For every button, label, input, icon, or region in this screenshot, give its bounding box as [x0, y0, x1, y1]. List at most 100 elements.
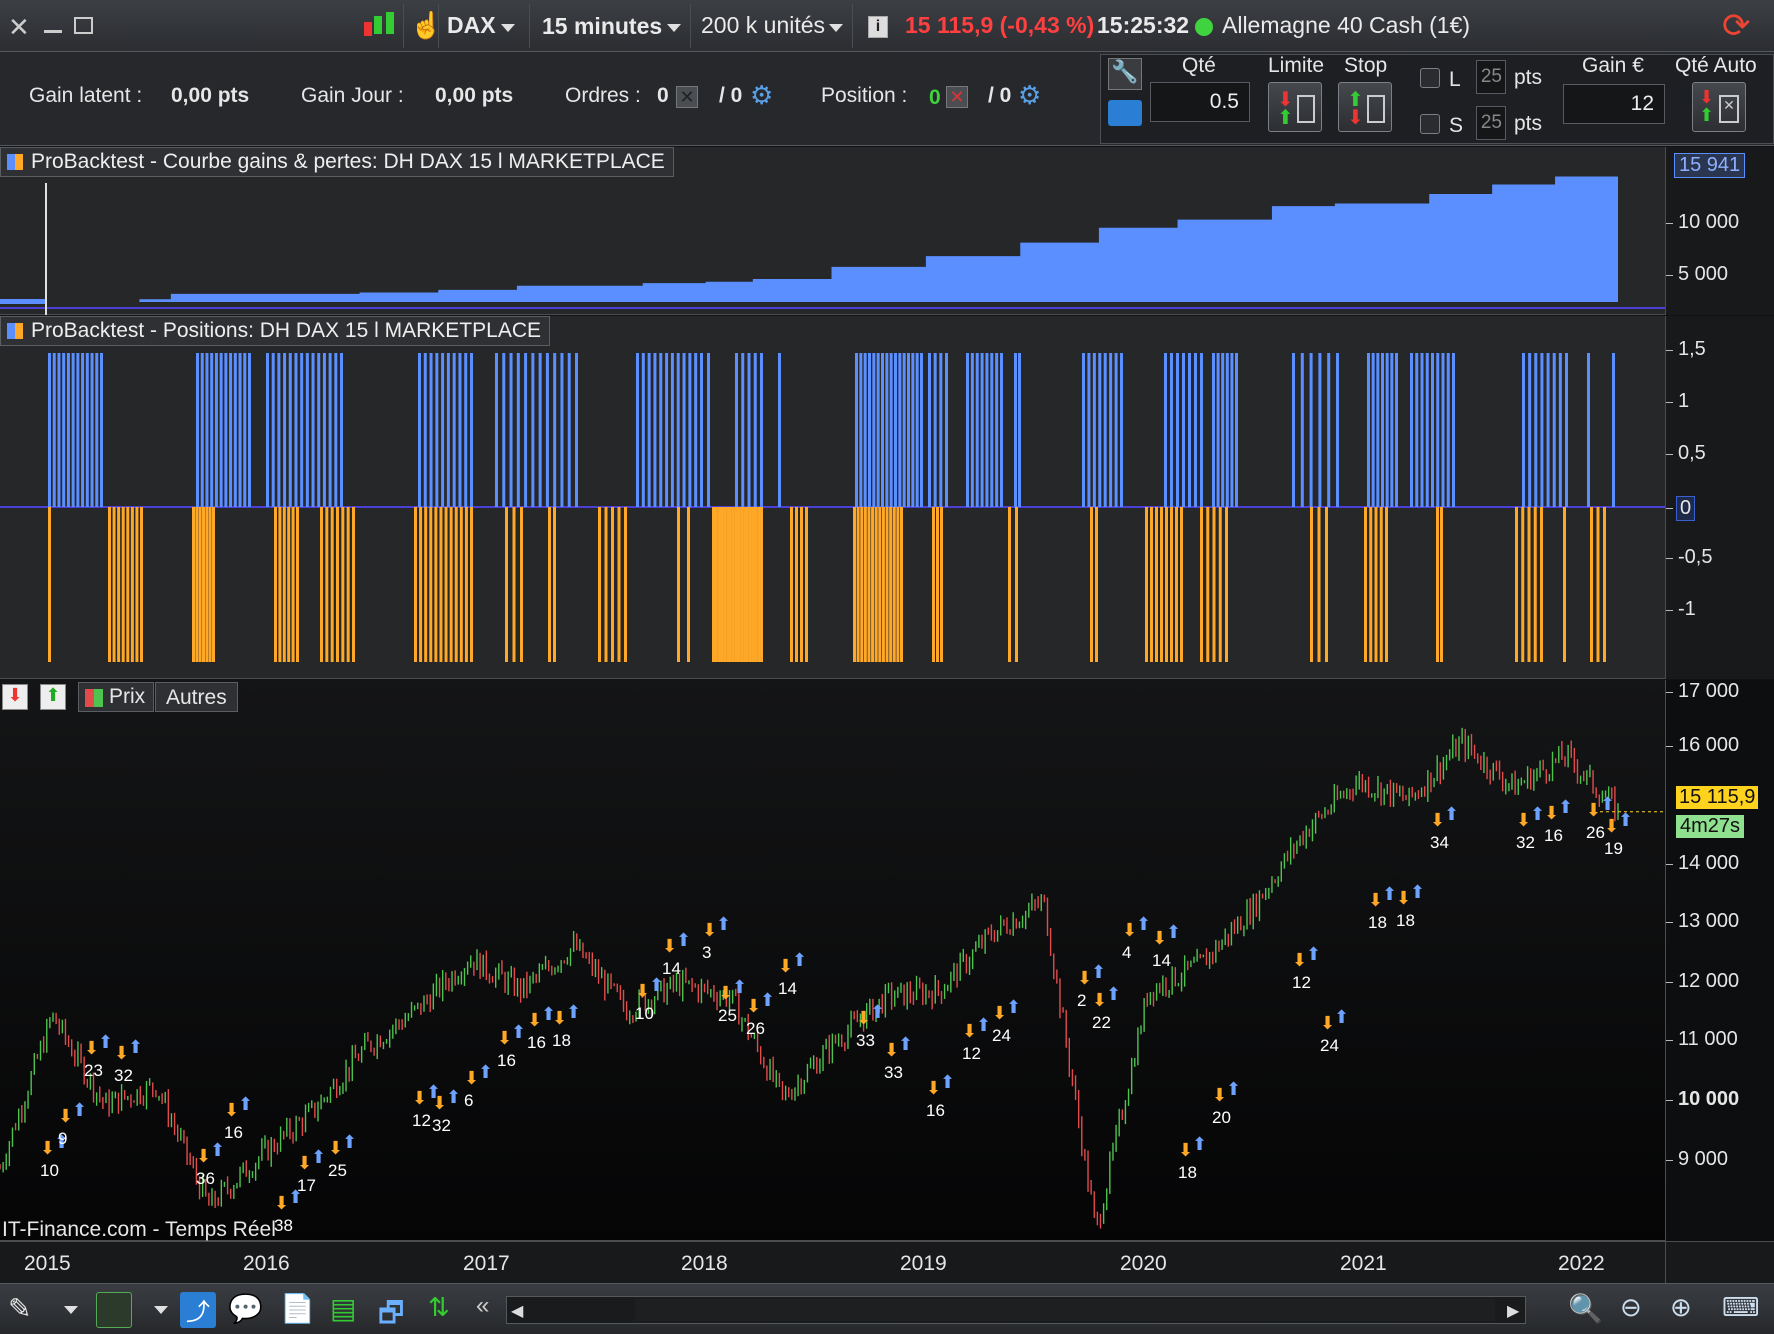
scrollbar-thumb[interactable]: [635, 1299, 1495, 1321]
long-position-bar: [311, 353, 315, 507]
l-checkbox[interactable]: [1420, 68, 1440, 88]
long-position-bar: [1371, 353, 1375, 507]
tab-autres[interactable]: Autres: [155, 682, 238, 712]
trade-marker[interactable]: ⬇⬆ 32: [114, 1037, 143, 1085]
instrument-dropdown-chevron-icon[interactable]: [501, 24, 515, 32]
trade-marker[interactable]: ⬇⬆ 6: [464, 1062, 493, 1110]
trade-marker[interactable]: ⬇⬆ 32: [1516, 804, 1545, 852]
trade-marker[interactable]: ⬇⬆ 18: [1178, 1134, 1207, 1182]
comment-icon[interactable]: 💬: [228, 1292, 264, 1328]
limit-order-button[interactable]: ⬇ ⬆: [1268, 82, 1322, 132]
long-position-bar: [707, 353, 710, 507]
trade-arrows-icon[interactable]: ⇅: [428, 1292, 464, 1328]
tab-prix[interactable]: Prix: [78, 682, 155, 712]
long-position-bar: [1230, 353, 1234, 507]
trade-marker[interactable]: ⬇⬆ 16: [224, 1094, 253, 1142]
trade-marker[interactable]: ⬇⬆ 33: [884, 1034, 913, 1082]
short-position-bar: [867, 507, 871, 662]
instrument-selector[interactable]: DAX: [447, 12, 496, 39]
trade-marker[interactable]: ⬇⬆ 19: [1604, 810, 1633, 858]
scroll-left-icon[interactable]: ◀: [511, 1301, 523, 1321]
trade-marker[interactable]: ⬇⬆ 22: [1092, 984, 1121, 1032]
trade-marker[interactable]: ⬇⬆ 16: [497, 1022, 526, 1070]
trade-marker[interactable]: ⬇⬆ 32: [432, 1087, 461, 1135]
trade-marker[interactable]: ⬇⬆ 16: [926, 1072, 955, 1120]
trade-marker[interactable]: ⬇⬆ 24: [992, 997, 1021, 1045]
trade-marker[interactable]: ⬇⬆ 23: [84, 1032, 113, 1080]
scroll-right-icon[interactable]: ▶: [1507, 1301, 1519, 1321]
keyboard-icon[interactable]: [1108, 100, 1142, 126]
trade-marker[interactable]: ⬇⬆ 12: [962, 1015, 991, 1063]
position-settings-gear-icon[interactable]: ⚙: [1018, 80, 1041, 111]
trade-marker[interactable]: ⬇⬆ 18: [552, 1002, 581, 1050]
long-position-bar: [966, 353, 969, 507]
trade-marker[interactable]: ⬇⬆ 9: [58, 1100, 87, 1148]
trade-marker[interactable]: ⬇⬆ 20: [1212, 1079, 1241, 1127]
trade-marker[interactable]: ⬇⬆ 4: [1122, 914, 1151, 962]
close-icon[interactable]: ✕: [8, 12, 30, 43]
trade-count-label: 26: [1586, 823, 1605, 842]
trade-marker[interactable]: ⬇⬆ 25: [718, 977, 747, 1025]
zoom-fit-icon[interactable]: 🔍: [1568, 1292, 1604, 1328]
buy-arrow-button[interactable]: ⬆: [40, 684, 66, 710]
long-arrow-icon: ⬆: [732, 977, 747, 998]
cancel-orders-icon[interactable]: ✕: [676, 86, 698, 108]
draw-pencil-icon[interactable]: ✎: [8, 1292, 44, 1328]
wrench-icon[interactable]: 🔧: [1108, 58, 1142, 90]
maximize-icon[interactable]: [74, 17, 93, 34]
trade-marker[interactable]: ⬇⬆ 34: [1430, 804, 1459, 852]
zoom-out-icon[interactable]: ⊖: [1620, 1292, 1656, 1328]
trade-marker[interactable]: ⬇⬆ 10: [635, 975, 664, 1023]
trade-marker[interactable]: ⬇⬆ 33: [856, 1002, 885, 1050]
close-position-icon[interactable]: ✕: [946, 86, 968, 108]
s-pts-input[interactable]: [1476, 106, 1506, 140]
trade-marker[interactable]: ⬇⬆ 26: [746, 990, 775, 1038]
chart-window-icon[interactable]: 🗗: [378, 1292, 414, 1328]
positions-panel-title-tab[interactable]: ProBacktest - Positions: DH DAX 15 l MAR…: [0, 316, 550, 346]
sell-arrow-button[interactable]: ⬇: [2, 684, 28, 710]
l-pts-input[interactable]: [1476, 60, 1506, 94]
info-icon[interactable]: i: [868, 16, 888, 38]
indicators-dropdown-chevron-icon[interactable]: [154, 1306, 168, 1314]
short-position-bar: [1175, 507, 1178, 662]
zoom-in-icon[interactable]: ⊕: [1670, 1292, 1706, 1328]
units-selector[interactable]: 200 k unités: [701, 12, 825, 39]
draw-dropdown-chevron-icon[interactable]: [64, 1306, 78, 1314]
refresh-icon[interactable]: ⟳: [1722, 6, 1751, 46]
trade-marker[interactable]: ⬇⬆ 3: [702, 914, 731, 962]
trade-marker[interactable]: ⬇⬆ 25: [328, 1132, 357, 1180]
s-checkbox[interactable]: [1420, 114, 1440, 134]
timeframe-selector[interactable]: 15 minutes: [542, 13, 662, 40]
trade-marker[interactable]: ⬇⬆ 18: [1396, 882, 1425, 930]
document-icon[interactable]: 📄: [280, 1292, 316, 1328]
trade-marker[interactable]: ⬇⬆ 17: [297, 1147, 326, 1195]
units-dropdown-chevron-icon[interactable]: [829, 24, 843, 32]
keyboard-download-icon[interactable]: ⌨: [1722, 1292, 1760, 1328]
long-arrow-icon: ⬆: [566, 1002, 581, 1023]
trade-marker[interactable]: ⬇⬆ 12: [1292, 944, 1321, 992]
stop-order-button[interactable]: ⬆ ⬇: [1338, 82, 1392, 132]
trade-marker[interactable]: ⬇⬆ 16: [1544, 797, 1573, 845]
gain-input[interactable]: [1563, 84, 1665, 124]
trade-count-label: 18: [1368, 913, 1387, 932]
timeframe-dropdown-chevron-icon[interactable]: [667, 24, 681, 32]
indicators-icon[interactable]: [96, 1292, 132, 1328]
trade-marker[interactable]: ⬇⬆ 14: [778, 950, 807, 998]
horizontal-scrollbar[interactable]: ◀ ▶: [506, 1296, 1526, 1324]
chart-type-candles-icon[interactable]: [362, 12, 396, 42]
trade-marker[interactable]: ⬇⬆ 14: [662, 930, 691, 978]
trade-marker[interactable]: ⬇⬆ 18: [1368, 884, 1397, 932]
trade-marker[interactable]: ⬇⬆ 14: [1152, 922, 1181, 970]
equity-panel-title-tab[interactable]: ProBacktest - Courbe gains & pertes: DH …: [0, 147, 674, 177]
trade-marker[interactable]: ⬇⬆ 24: [1320, 1007, 1349, 1055]
qte-auto-button[interactable]: ⬇ ⬆ ✕: [1692, 82, 1746, 132]
quantity-input[interactable]: [1150, 82, 1250, 122]
short-position-bar: [1095, 507, 1098, 662]
orderbook-icon[interactable]: ▤: [330, 1292, 366, 1328]
short-position-bar: [871, 507, 875, 662]
minimize-icon[interactable]: [44, 30, 62, 33]
share-icon[interactable]: ⤴: [180, 1292, 216, 1328]
short-position-bar: [805, 507, 808, 662]
orders-settings-gear-icon[interactable]: ⚙: [750, 80, 773, 111]
short-position-bar: [439, 507, 443, 662]
